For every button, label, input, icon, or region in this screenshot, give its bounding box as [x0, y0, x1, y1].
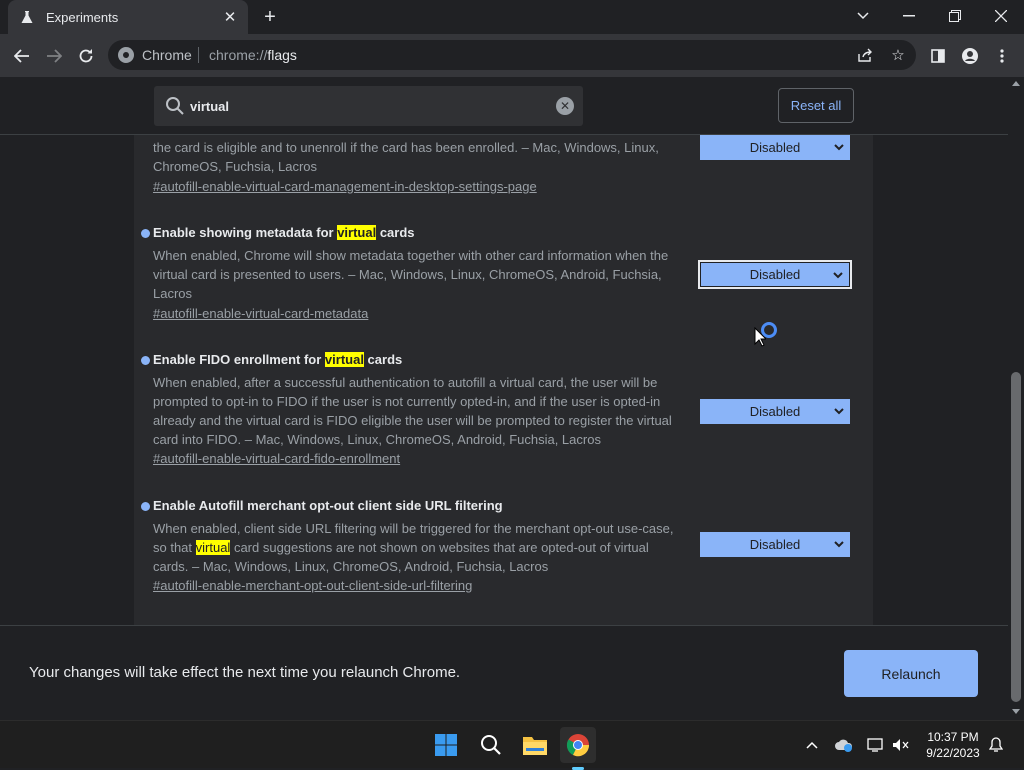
url-prefix: chrome:// — [209, 47, 268, 63]
onedrive-icon[interactable] — [834, 735, 854, 755]
experiment-link[interactable]: #autofill-enable-merchant-opt-out-client… — [153, 578, 472, 593]
experiment-bullet — [141, 356, 150, 365]
search-highlight: virtual — [195, 540, 231, 555]
minimize-icon[interactable] — [886, 0, 932, 32]
experiment-description: the card is eligible and to unenroll if … — [153, 140, 659, 174]
experiment-bullet — [141, 502, 150, 511]
search-box[interactable]: ✕ — [154, 86, 583, 126]
url-host: flags — [267, 47, 297, 63]
experiment-link[interactable]: #autofill-enable-virtual-card-metadata — [153, 306, 368, 321]
volume-muted-icon[interactable] — [891, 735, 911, 755]
search-taskbar-icon[interactable] — [473, 727, 509, 763]
new-tab-icon[interactable]: + — [258, 5, 282, 29]
search-highlight: virtual — [337, 225, 377, 240]
relaunch-message: Your changes will take effect the next t… — [29, 664, 461, 681]
experiment-name: Enable Autofill merchant opt-out client … — [153, 498, 503, 513]
experiment-name: Enable showing metadata for virtual card… — [153, 225, 415, 240]
experiment-link[interactable]: #autofill-enable-virtual-card-fido-enrol… — [153, 451, 400, 466]
tab-experiments[interactable]: Experiments ✕ — [8, 0, 248, 34]
chevron-down-icon — [834, 541, 844, 548]
experiment-state-select[interactable]: Disabled — [698, 260, 852, 289]
back-icon[interactable] — [8, 42, 36, 70]
relaunch-footer: Your changes will take effect the next t… — [0, 625, 1008, 720]
chevron-down-icon — [833, 272, 843, 279]
network-icon[interactable] — [866, 735, 886, 755]
bookmark-star-icon[interactable]: ☆ — [888, 45, 908, 65]
url-text[interactable]: chrome://flags — [209, 47, 297, 63]
tab-close-icon[interactable]: ✕ — [220, 7, 240, 27]
chrome-taskbar-icon[interactable] — [560, 727, 596, 770]
close-window-icon[interactable] — [978, 0, 1024, 32]
show-hidden-icons-icon[interactable] — [802, 735, 822, 755]
profile-avatar-icon[interactable] — [956, 42, 984, 70]
experiment-item: Enable showing metadata for virtual card… — [134, 225, 873, 325]
side-panel-icon[interactable] — [924, 42, 952, 70]
file-explorer-icon[interactable] — [517, 727, 553, 763]
site-label: Chrome — [142, 47, 192, 63]
reload-icon[interactable] — [72, 42, 100, 70]
flags-header: ✕ Reset all — [0, 77, 1008, 135]
restore-icon[interactable] — [932, 0, 978, 32]
search-highlight: virtual — [324, 352, 364, 367]
experiment-item: Enable Autofill merchant opt-out client … — [134, 498, 873, 608]
experiment-description: When enabled, after a successful authent… — [153, 375, 672, 447]
forward-icon[interactable] — [40, 42, 68, 70]
flags-page: ✕ Reset all the card is eligible and to … — [0, 77, 1008, 720]
clear-search-icon[interactable]: ✕ — [556, 97, 574, 115]
experiment-item: the card is eligible and to unenroll if … — [134, 135, 873, 205]
experiment-bullet — [141, 229, 150, 238]
more-menu-icon[interactable] — [988, 42, 1016, 70]
experiment-state-select[interactable]: Disabled — [700, 399, 850, 424]
scrollbar[interactable] — [1008, 77, 1024, 720]
scrollbar-thumb[interactable] — [1011, 372, 1021, 702]
experiment-item: Enable FIDO enrollment for virtual cards… — [134, 352, 873, 472]
select-value: Disabled — [749, 404, 801, 419]
search-icon — [166, 97, 184, 115]
experiment-state-select[interactable]: Disabled — [700, 135, 850, 160]
name-text: cards — [376, 225, 415, 240]
name-text: cards — [363, 352, 403, 367]
experiment-link[interactable]: #autofill-enable-virtual-card-management… — [153, 179, 537, 194]
experiment-description: When enabled, Chrome will show metadata … — [153, 248, 669, 301]
notifications-bell-icon[interactable] — [986, 735, 1006, 755]
windows-taskbar: 10:37 PM 9/22/2023 — [0, 720, 1024, 770]
reset-all-button[interactable]: Reset all — [778, 88, 854, 123]
experiments-list: the card is eligible and to unenroll if … — [134, 135, 873, 625]
clock-time: 10:37 PM — [927, 730, 979, 744]
chevron-down-icon — [834, 144, 844, 151]
select-value: Disabled — [749, 140, 801, 155]
relaunch-button[interactable]: Relaunch — [844, 650, 978, 697]
select-value: Disabled — [749, 267, 801, 282]
tab-search-icon[interactable] — [840, 0, 886, 32]
scroll-up-arrow-icon[interactable] — [1012, 81, 1020, 86]
chevron-down-icon — [834, 408, 844, 415]
experiment-name: Enable FIDO enrollment for virtual cards — [153, 352, 402, 367]
search-input[interactable] — [190, 96, 530, 116]
experiment-description: When enabled, client side URL filtering … — [153, 519, 683, 576]
windows-start-icon[interactable] — [428, 727, 464, 763]
name-text: Enable FIDO enrollment for — [153, 352, 325, 367]
chrome-site-icon[interactable] — [118, 47, 134, 63]
tab-title: Experiments — [46, 9, 119, 25]
select-value: Disabled — [749, 537, 801, 552]
share-icon[interactable] — [856, 45, 876, 65]
scroll-down-arrow-icon[interactable] — [1012, 709, 1020, 714]
name-text: Enable showing metadata for — [153, 225, 338, 240]
taskbar-clock[interactable]: 10:37 PM 9/22/2023 — [914, 729, 992, 761]
experiment-state-select[interactable]: Disabled — [700, 532, 850, 557]
title-bar: Experiments ✕ + — [0, 0, 1024, 34]
address-bar[interactable]: Chrome chrome://flags ☆ — [108, 40, 916, 70]
omnibox-divider — [198, 47, 199, 63]
flask-icon — [20, 10, 34, 24]
clock-date: 9/22/2023 — [926, 746, 980, 760]
mouse-cursor-icon — [754, 327, 766, 347]
